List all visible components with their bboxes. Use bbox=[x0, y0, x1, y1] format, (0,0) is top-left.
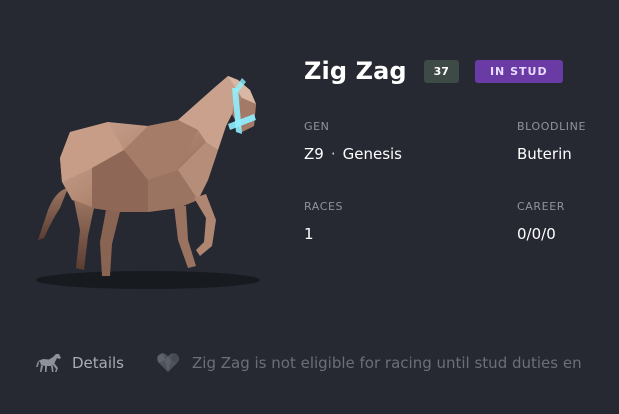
horse-icon bbox=[36, 354, 61, 372]
card-footer: Details Zig Zag is not eligible for raci… bbox=[36, 350, 619, 376]
notice-text: Zig Zag is not eligible for racing until… bbox=[192, 354, 582, 372]
horse-header: Zig Zag 37 IN STUD bbox=[304, 57, 563, 85]
gen-label: GEN bbox=[304, 120, 330, 133]
heart-icon bbox=[157, 353, 180, 372]
bloodline-stat: BLOODLINE Buterin bbox=[517, 120, 586, 163]
bloodline-value: Buterin bbox=[517, 145, 572, 163]
horse-card: Zig Zag 37 IN STUD GEN Z9 · Genesis BLOODL… bbox=[0, 0, 619, 414]
rating-badge: 37 bbox=[423, 59, 459, 83]
details-button[interactable]: Details bbox=[36, 352, 124, 374]
races-label: RACES bbox=[304, 200, 344, 213]
career-label: CAREER bbox=[517, 200, 565, 213]
bloodline-label: BLOODLINE bbox=[517, 120, 587, 133]
career-value: 0/0/0 bbox=[517, 225, 556, 243]
stud-notice: Zig Zag is not eligible for racing until… bbox=[156, 352, 582, 374]
details-label: Details bbox=[72, 354, 125, 372]
breed-value: Genesis bbox=[342, 145, 402, 163]
status-badge: IN STUD bbox=[474, 59, 563, 83]
career-stat: CAREER 0/0/0 bbox=[517, 200, 565, 243]
races-value: 1 bbox=[304, 225, 314, 243]
races-stat: RACES 1 bbox=[304, 200, 343, 243]
gen-stat: GEN Z9 · Genesis bbox=[304, 120, 402, 163]
generation-value: Z9 bbox=[304, 145, 324, 163]
horse-name: Zig Zag bbox=[304, 57, 407, 85]
separator-dot: · bbox=[330, 145, 336, 163]
horse-image bbox=[36, 76, 260, 289]
gen-value: Z9 · Genesis bbox=[304, 145, 402, 163]
